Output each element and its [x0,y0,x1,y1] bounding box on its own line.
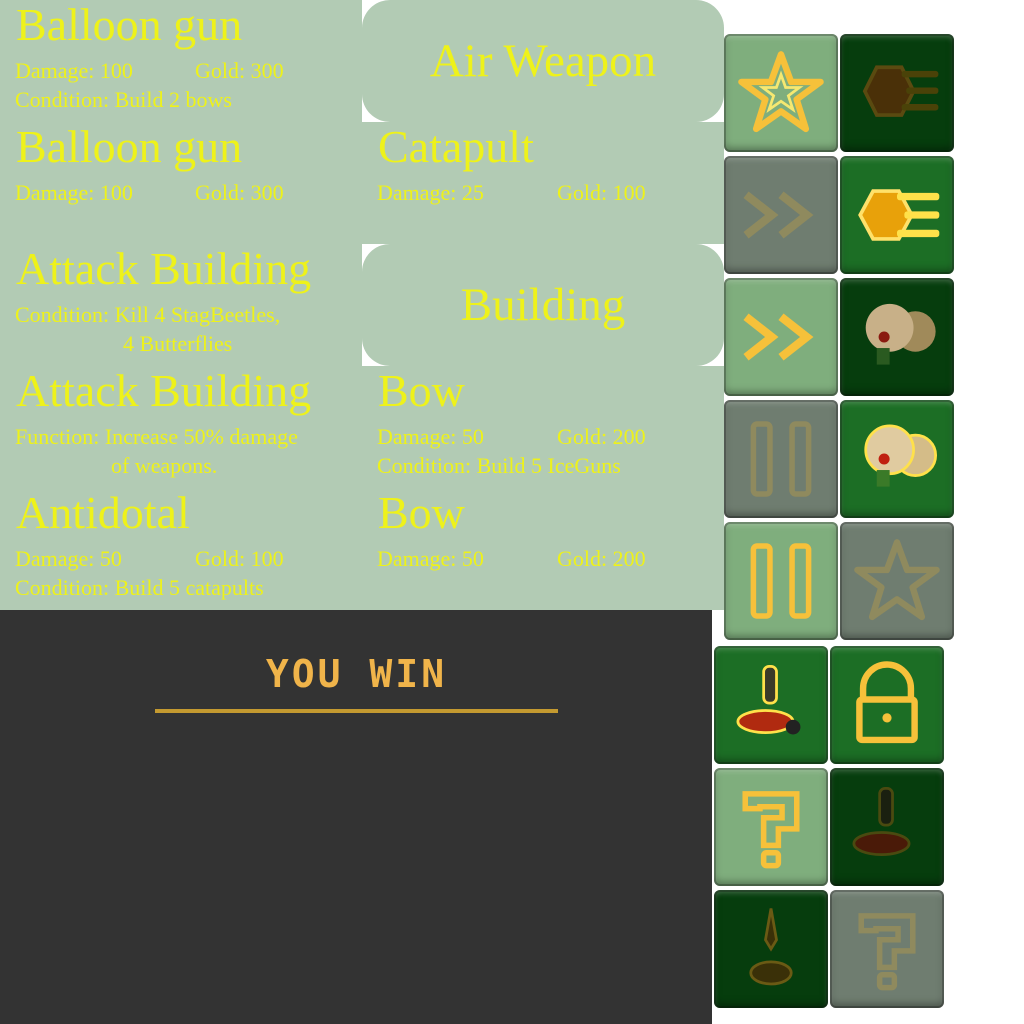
card-title: Balloon gun [16,0,243,50]
help-disabled [830,890,944,1008]
hexagon-speed-icon [858,189,940,241]
card-gold: Gold: 200 [557,424,646,449]
star-icon [738,51,824,133]
card-gold: Gold: 100 [557,180,646,205]
card-gold: Gold: 300 [195,180,284,205]
pause-icon [750,543,812,619]
building-card[interactable]: Attack Building Condition: Kill 4 StagBe… [15,243,312,358]
fast-forward-disabled [724,156,838,274]
card-function-cont: of weapons. [111,453,218,478]
card-condition: Condition: Build 5 catapults [15,575,264,600]
rock-monster-icon [864,424,938,487]
ant-sword-disabled [714,890,828,1008]
help-button[interactable] [714,768,828,886]
win-title: YOU WIN [265,652,448,696]
card-condition-cont: 4 Butterflies [123,331,233,356]
lock-icon [856,661,918,744]
pause-disabled [724,400,838,518]
card-title: Catapult [378,121,534,172]
card-title: Balloon gun [16,121,243,172]
win-divider [155,709,558,713]
rock-monster-button[interactable] [840,400,954,518]
weapon-card[interactable]: Bow Damage: 50 Gold: 200 Condition: Build… [377,365,647,480]
speed-hex-disabled [840,34,954,152]
ant-cannon-disabled [830,768,944,886]
ant-cannon-button[interactable] [714,646,828,764]
card-title: Attack Building [16,243,312,294]
card-gold: Gold: 300 [195,58,284,83]
lock-button[interactable] [830,646,944,764]
fast-forward-button[interactable] [724,278,838,396]
star-disabled [840,522,954,640]
card-damage: Damage: 100 [15,180,133,205]
weapon-card[interactable]: Bow Damage: 50 Gold: 200 [377,487,647,573]
card-title: Attack Building [16,365,312,416]
fast-forward-icon [743,191,814,239]
card-damage: Damage: 50 [377,546,484,571]
weapon-card[interactable]: Balloon gun Damage: 100 Gold: 300 [15,121,285,207]
card-gold: Gold: 100 [195,546,284,571]
card-damage: Damage: 25 [377,180,484,205]
ant-sword-icon [749,908,793,986]
star-icon [854,539,940,621]
weapon-card[interactable]: Catapult Damage: 25 Gold: 100 [377,121,647,207]
card-condition: Condition: Build 5 IceGuns [377,453,621,478]
card-function: Function: Increase 50% damage [15,424,298,449]
question-icon [858,913,916,991]
card-damage: Damage: 50 [15,546,122,571]
weapon-card[interactable]: Balloon gun Damage: 100 Gold: 300 Conditi… [15,0,285,114]
weapon-card[interactable]: Antidotal Damage: 50 Gold: 100 Condition:… [15,487,285,602]
card-condition: Condition: Build 2 bows [15,87,232,112]
rock-monster-icon [865,303,936,365]
card-gold: Gold: 200 [557,546,646,571]
fast-forward-icon [743,313,814,361]
speed-hex-button[interactable] [840,156,954,274]
card-title: Bow [378,365,465,416]
hexagon-speed-icon [862,65,939,117]
card-damage: Damage: 50 [377,424,484,449]
card-condition: Condition: Kill 4 StagBeetles, [15,302,281,327]
pause-button[interactable] [724,522,838,640]
card-title: Antidotal [16,487,190,538]
star-button[interactable] [724,34,838,152]
tab-air-weapon[interactable]: Air Weapon [362,0,724,122]
rock-monster-disabled [840,278,954,396]
pause-icon [750,421,812,497]
question-icon [742,791,800,869]
ant-cannon-icon [736,664,801,735]
card-damage: Damage: 100 [15,58,133,83]
building-card[interactable]: Attack Building Function: Increase 50% d… [15,365,312,480]
card-title: Bow [378,487,465,538]
ant-cannon-icon [852,786,911,856]
